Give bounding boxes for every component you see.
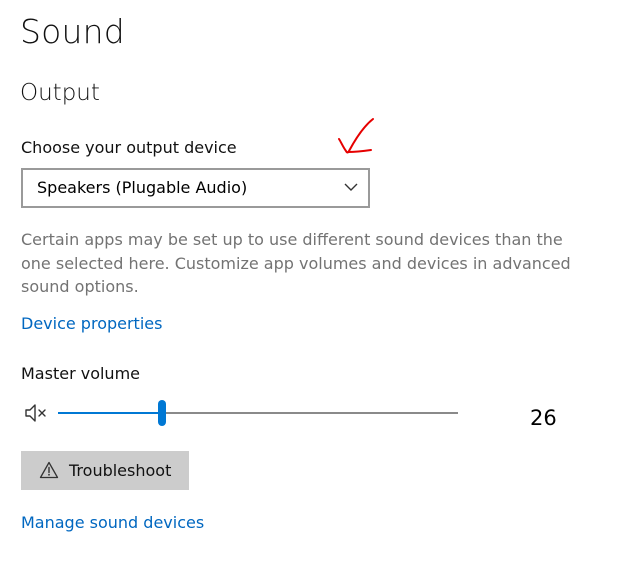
troubleshoot-button[interactable]: Troubleshoot bbox=[21, 451, 189, 490]
device-properties-link[interactable]: Device properties bbox=[21, 314, 162, 333]
output-device-label: Choose your output device bbox=[21, 138, 237, 157]
slider-fill bbox=[58, 412, 162, 414]
output-section-title: Output bbox=[20, 80, 100, 106]
warning-icon bbox=[39, 461, 59, 479]
chevron-down-icon bbox=[344, 183, 358, 191]
output-description: Certain apps may be set up to use differ… bbox=[21, 230, 571, 296]
speaker-muted-icon[interactable] bbox=[24, 403, 50, 423]
handwritten-checkmark-annotation bbox=[338, 118, 374, 154]
master-volume-label: Master volume bbox=[21, 364, 140, 383]
master-volume-slider[interactable] bbox=[58, 400, 458, 428]
master-volume-value: 26 bbox=[530, 406, 557, 430]
output-device-dropdown[interactable]: Speakers (Plugable Audio) bbox=[21, 168, 370, 208]
sound-settings-page: Sound Output Choose your output device S… bbox=[0, 0, 623, 565]
selected-output-device: Speakers (Plugable Audio) bbox=[37, 178, 248, 197]
troubleshoot-label: Troubleshoot bbox=[69, 461, 172, 480]
slider-thumb[interactable] bbox=[158, 400, 166, 426]
page-title: Sound bbox=[20, 12, 125, 51]
manage-sound-devices-link[interactable]: Manage sound devices bbox=[21, 513, 204, 532]
